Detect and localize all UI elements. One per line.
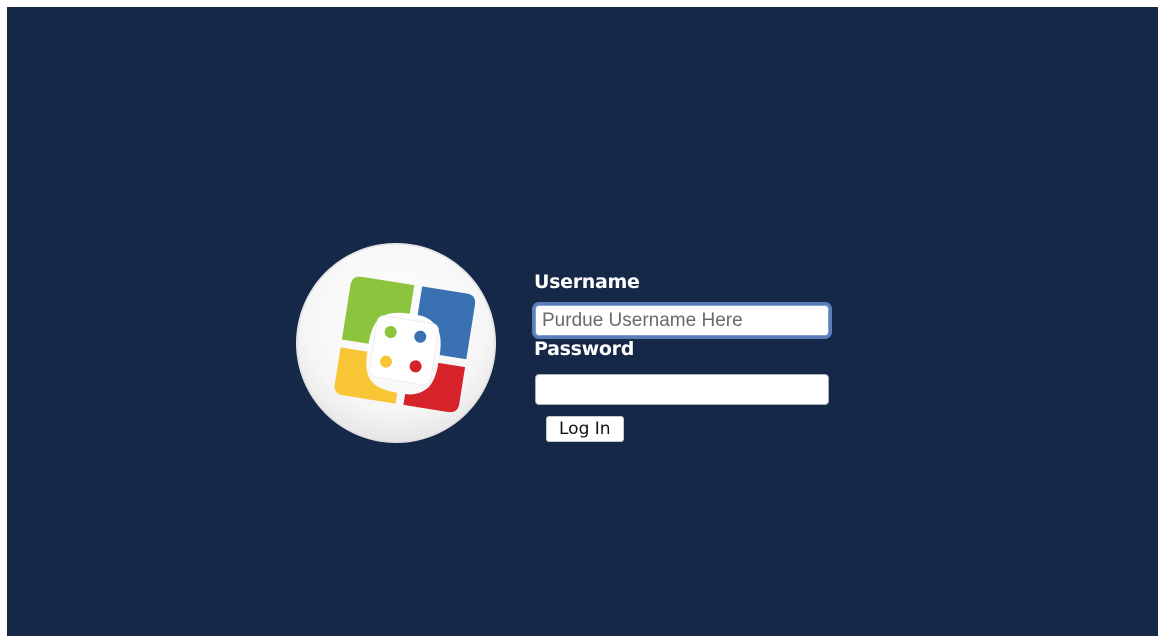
password-input[interactable]: [535, 374, 829, 405]
username-label: Username: [534, 271, 640, 293]
casper-suite-logo-icon: [296, 243, 496, 443]
login-screen: Username Password Log In: [7, 7, 1158, 636]
password-label: Password: [534, 338, 635, 360]
log-in-button[interactable]: Log In: [546, 416, 624, 442]
username-input[interactable]: [535, 305, 829, 336]
